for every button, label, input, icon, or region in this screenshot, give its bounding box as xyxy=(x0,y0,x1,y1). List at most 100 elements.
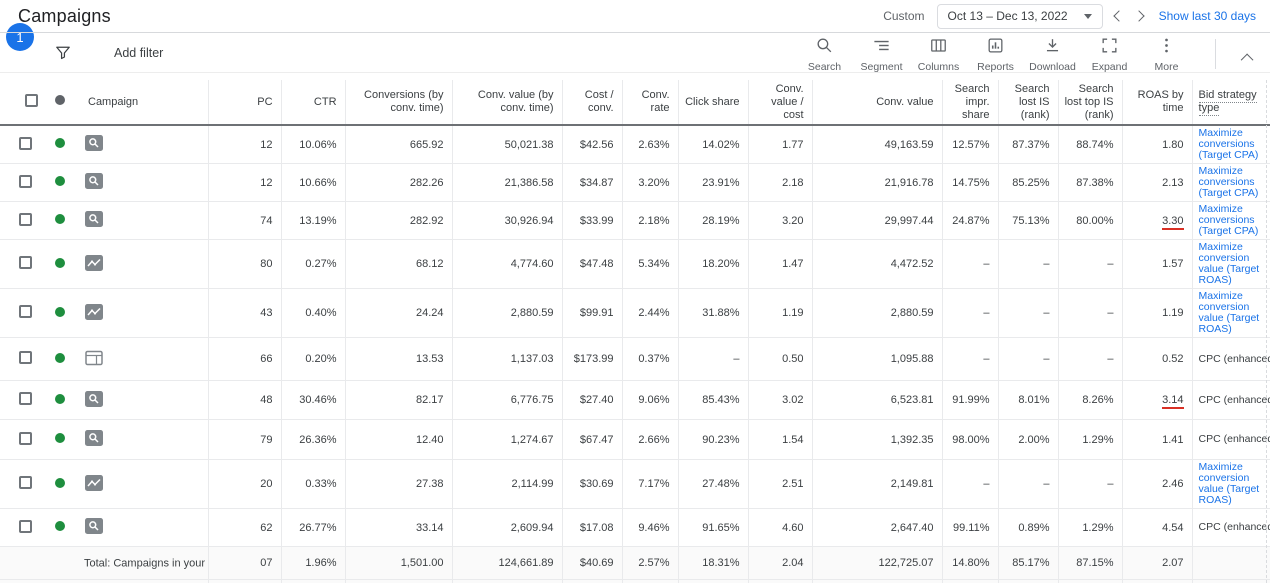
status-cell[interactable] xyxy=(44,509,76,547)
tool-segment[interactable]: Segment xyxy=(853,34,910,73)
total-metric-cell: 1.96% xyxy=(281,580,345,583)
total-metric-cell: 07 xyxy=(208,580,281,583)
metric-cell: $34.87 xyxy=(562,164,622,202)
metric-cell: 4.60 xyxy=(748,509,812,547)
metric-cell: 2,114.99 xyxy=(452,460,562,509)
campaign-name-cell[interactable] xyxy=(112,420,208,460)
date-range-picker[interactable]: Oct 13 – Dec 13, 2022 xyxy=(937,4,1103,29)
bid-strategy-cell[interactable]: Maximize conversion value (Target ROAS) xyxy=(1192,460,1270,509)
col-conv-rate[interactable]: Conv. rate xyxy=(622,80,678,125)
status-cell[interactable] xyxy=(44,338,76,381)
metric-cell: $47.48 xyxy=(562,240,622,289)
tool-reports[interactable]: Reports xyxy=(967,34,1024,73)
row-checkbox[interactable] xyxy=(19,351,32,364)
col-conv-value[interactable]: Conv. value xyxy=(812,80,942,125)
tool-more[interactable]: More xyxy=(1138,34,1195,73)
campaign-name-cell[interactable] xyxy=(112,381,208,420)
status-enabled-dot-icon xyxy=(55,258,65,268)
bid-strategy-value[interactable]: Maximize conversion value (Target ROAS) xyxy=(1199,461,1260,506)
col-search-lost-is-rank[interactable]: Search lost IS (rank) xyxy=(998,80,1058,125)
status-enabled-dot-icon xyxy=(55,521,65,531)
bid-strategy-value[interactable]: Maximize conversions (Target CPA) xyxy=(1199,127,1259,161)
col-click-share[interactable]: Click share xyxy=(678,80,748,125)
metric-cell: 6,776.75 xyxy=(452,381,562,420)
row-checkbox[interactable] xyxy=(19,137,32,150)
bid-strategy-value[interactable]: Maximize conversions (Target CPA) xyxy=(1199,165,1259,199)
row-checkbox[interactable] xyxy=(19,520,32,533)
campaign-row: 430.40%24.242,880.59$99.912.44%31.88%1.1… xyxy=(0,289,1270,338)
row-checkbox[interactable] xyxy=(19,175,32,188)
bid-strategy-cell[interactable]: Maximize conversion value (Target ROAS) xyxy=(1192,240,1270,289)
bid-strategy-cell[interactable]: Maximize conversion value (Target ROAS) xyxy=(1192,289,1270,338)
campaign-name-cell[interactable] xyxy=(112,338,208,381)
col-ctr[interactable]: CTR xyxy=(281,80,345,125)
metric-cell: – xyxy=(1058,289,1122,338)
row-checkbox[interactable] xyxy=(19,476,32,489)
metric-cell: 1,137.03 xyxy=(452,338,562,381)
campaign-name-cell[interactable] xyxy=(112,289,208,338)
row-checkbox[interactable] xyxy=(19,256,32,269)
total-metric-cell: 85.17% xyxy=(998,547,1058,580)
total-metric-cell: 122,725.07 xyxy=(812,547,942,580)
col-roas-by-time[interactable]: ROAS by time xyxy=(1122,80,1192,125)
metric-cell: 10.66% xyxy=(281,164,345,202)
metric-cell: 12 xyxy=(208,164,281,202)
add-filter-button[interactable]: Add filter xyxy=(114,46,163,60)
row-checkbox[interactable] xyxy=(19,305,32,318)
campaign-type-cell xyxy=(76,125,112,164)
campaign-name-cell[interactable] xyxy=(112,164,208,202)
row-checkbox[interactable] xyxy=(19,213,32,226)
tool-download[interactable]: Download xyxy=(1024,34,1081,73)
reports-icon xyxy=(986,36,1005,60)
select-all-checkbox[interactable] xyxy=(25,94,38,107)
tool-columns[interactable]: Columns xyxy=(910,34,967,73)
metric-cell: 2.00% xyxy=(998,420,1058,460)
tool-label: Columns xyxy=(918,61,959,73)
status-cell[interactable] xyxy=(44,420,76,460)
collapse-toolbar-button[interactable] xyxy=(1226,44,1270,63)
tool-expand[interactable]: Expand xyxy=(1081,34,1138,73)
col-campaign[interactable]: Campaign xyxy=(76,80,208,125)
page-title: Campaigns xyxy=(0,6,111,27)
status-cell[interactable] xyxy=(44,202,76,240)
row-checkbox[interactable] xyxy=(19,392,32,405)
previous-period-button[interactable] xyxy=(1113,10,1124,21)
col-cost-conv[interactable]: Cost / conv. xyxy=(562,80,622,125)
status-cell[interactable] xyxy=(44,125,76,164)
show-last-30-days-link[interactable]: Show last 30 days xyxy=(1159,9,1256,23)
next-period-button[interactable] xyxy=(1133,10,1144,21)
col-conversions-by-conv-time[interactable]: Conversions (by conv. time) xyxy=(345,80,452,125)
metric-cell: $30.69 xyxy=(562,460,622,509)
row-checkbox[interactable] xyxy=(19,432,32,445)
status-cell[interactable] xyxy=(44,164,76,202)
campaign-name-cell[interactable] xyxy=(112,125,208,164)
status-cell[interactable] xyxy=(44,289,76,338)
metric-cell: $27.40 xyxy=(562,381,622,420)
col-conv-value-cost[interactable]: Conv. value / cost xyxy=(748,80,812,125)
col-search-impr-share[interactable]: Search impr. share xyxy=(942,80,998,125)
campaign-name-cell[interactable] xyxy=(112,240,208,289)
campaign-name-cell[interactable] xyxy=(112,202,208,240)
bid-strategy-cell[interactable]: Maximize conversions (Target CPA) xyxy=(1192,202,1270,240)
campaign-name-cell[interactable] xyxy=(112,509,208,547)
col-bid-strategy-type[interactable]: Bid strategy type xyxy=(1192,80,1270,125)
bid-strategy-cell[interactable]: Maximize conversions (Target CPA) xyxy=(1192,164,1270,202)
bid-strategy-value[interactable]: Maximize conversion value (Target ROAS) xyxy=(1199,290,1260,335)
status-cell[interactable] xyxy=(44,460,76,509)
bid-strategy-value[interactable]: Maximize conversions (Target CPA) xyxy=(1199,203,1259,237)
col-conv-value-by-conv-time[interactable]: Conv. value (by conv. time) xyxy=(452,80,562,125)
metric-cell: 85.25% xyxy=(998,164,1058,202)
metric-cell: 29,997.44 xyxy=(812,202,942,240)
col-pc[interactable]: PC xyxy=(208,80,281,125)
chevron-up-icon xyxy=(1240,53,1253,66)
bid-strategy-cell[interactable]: Maximize conversions (Target CPA) xyxy=(1192,125,1270,164)
tool-search[interactable]: Search xyxy=(796,34,853,73)
metric-cell: – xyxy=(998,289,1058,338)
filter-icon[interactable] xyxy=(55,45,71,61)
status-cell[interactable] xyxy=(44,240,76,289)
bid-strategy-value[interactable]: Maximize conversion value (Target ROAS) xyxy=(1199,241,1260,286)
status-enabled-dot-icon xyxy=(55,138,65,148)
status-cell[interactable] xyxy=(44,381,76,420)
col-search-lost-top-is-rank[interactable]: Search lost top IS (rank) xyxy=(1058,80,1122,125)
campaign-name-cell[interactable] xyxy=(112,460,208,509)
